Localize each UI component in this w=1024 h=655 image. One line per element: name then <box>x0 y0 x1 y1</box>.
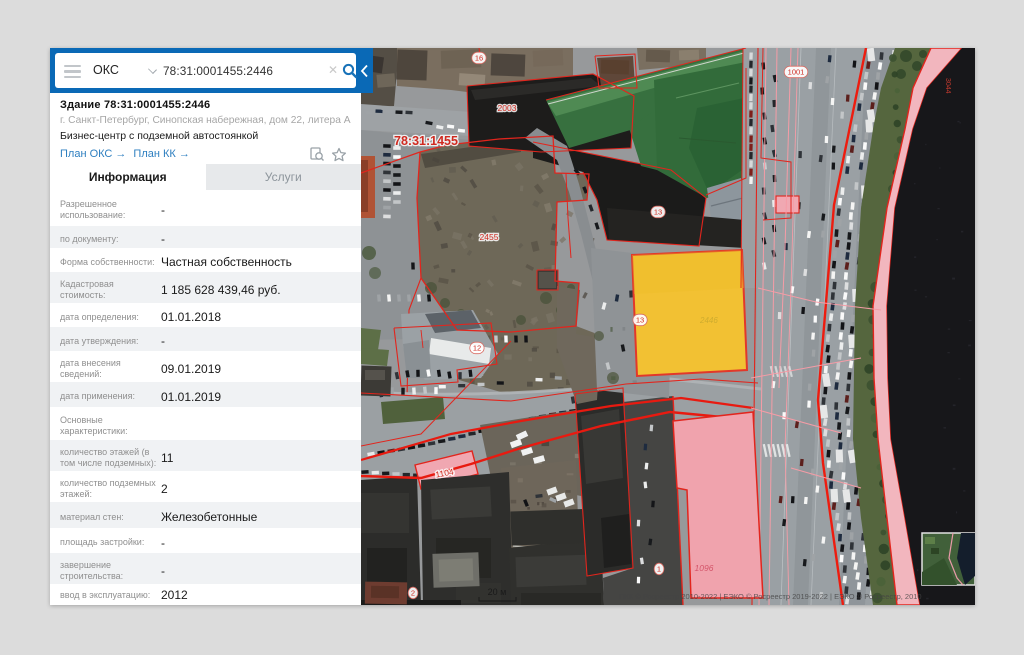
svg-text:13: 13 <box>636 316 644 325</box>
svg-text:2455: 2455 <box>480 232 499 242</box>
svg-text:20 м: 20 м <box>488 587 507 597</box>
svg-text:1001: 1001 <box>788 68 805 77</box>
svg-text:13: 13 <box>654 208 662 217</box>
svg-text:2: 2 <box>411 589 415 598</box>
svg-text:78:31:1455: 78:31:1455 <box>394 134 458 148</box>
svg-text:12: 12 <box>473 344 481 353</box>
svg-text:1096: 1096 <box>695 563 714 573</box>
svg-text:16: 16 <box>475 54 483 63</box>
svg-text:1: 1 <box>657 565 661 574</box>
svg-text:2003: 2003 <box>498 103 517 113</box>
svg-text:3044: 3044 <box>944 78 951 94</box>
svg-text:2446: 2446 <box>699 316 718 325</box>
svg-text:ПКК © Росреестр 2010-2022 | ЕЭ: ПКК © Росреестр 2010-2022 | ЕЭКО © Росре… <box>619 592 922 601</box>
